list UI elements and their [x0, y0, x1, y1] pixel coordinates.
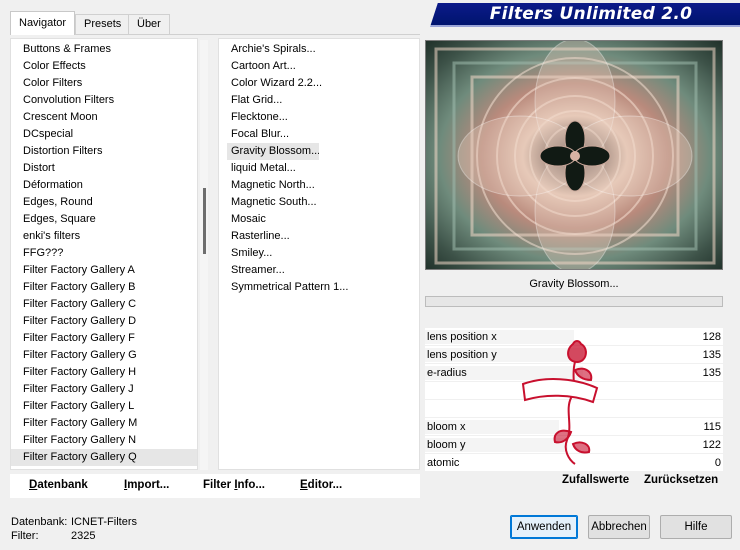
filter-item[interactable]: Rasterline...: [227, 228, 419, 245]
category-item[interactable]: Color Filters: [11, 75, 197, 92]
param-value: 128: [702, 331, 721, 343]
param-label: bloom x: [427, 421, 466, 433]
param-label: lens position y: [427, 349, 497, 361]
category-item[interactable]: Color Effects: [11, 58, 197, 75]
cancel-button[interactable]: Abbrechen: [588, 515, 650, 539]
category-item[interactable]: Filter Factory Gallery A: [11, 262, 197, 279]
category-item[interactable]: Filter Factory Gallery J: [11, 381, 197, 398]
watermark-logo: [521, 340, 599, 465]
filter-count-label: Filter:: [11, 530, 39, 542]
category-scrollbar[interactable]: [200, 40, 208, 470]
filter-item[interactable]: Archie's Spirals...: [227, 41, 419, 58]
filter-item[interactable]: Cartoon Art...: [227, 58, 419, 75]
category-item[interactable]: Filter Factory Gallery L: [11, 398, 197, 415]
import-button[interactable]: Import...: [124, 479, 169, 491]
category-item[interactable]: Edges, Square: [11, 211, 197, 228]
param-label: e-radius: [427, 367, 467, 379]
category-scrollbar-thumb[interactable]: [203, 188, 206, 254]
category-item[interactable]: Filter Factory Gallery B: [11, 279, 197, 296]
filter-item[interactable]: Flat Grid...: [227, 92, 419, 109]
category-item[interactable]: Filter Factory Gallery D: [11, 313, 197, 330]
category-item[interactable]: Déformation: [11, 177, 197, 194]
param-label: lens position x: [427, 331, 497, 343]
filter-item[interactable]: Flecktone...: [227, 109, 419, 126]
filter-item[interactable]: Magnetic South...: [227, 194, 419, 211]
filter-item[interactable]: Color Wizard 2.2...: [227, 75, 419, 92]
database-label: Datenbank:: [11, 516, 68, 528]
editor-button[interactable]: Editor...: [300, 479, 342, 491]
tab-presets[interactable]: Presets: [75, 14, 131, 34]
category-list[interactable]: Buttons & Frames Color Effects Color Filte…: [10, 38, 198, 470]
tab-navigator[interactable]: Navigator: [10, 11, 76, 35]
category-item[interactable]: enki's filters: [11, 228, 197, 245]
filter-item[interactable]: liquid Metal...: [227, 160, 419, 177]
category-item[interactable]: Buttons & Frames: [11, 41, 197, 58]
filter-count-value: 2325: [71, 530, 96, 542]
filter-item[interactable]: Mosaic: [227, 211, 419, 228]
progress-bar: [425, 296, 723, 307]
param-value: 115: [703, 421, 721, 433]
category-item[interactable]: Edges, Round: [11, 194, 197, 211]
category-item[interactable]: DCspecial: [11, 126, 197, 143]
filter-item[interactable]: Focal Blur...: [227, 126, 419, 143]
param-value: 0: [714, 457, 721, 469]
category-item[interactable]: Distort: [11, 160, 197, 177]
param-value: 135: [702, 367, 721, 379]
category-item[interactable]: FFG???: [11, 245, 197, 262]
tab-ueber[interactable]: Über: [128, 14, 170, 34]
app-title: Filters Unlimited 2.0: [489, 4, 693, 24]
filter-item[interactable]: Symmetrical Pattern 1...: [227, 279, 419, 296]
reset-button[interactable]: Zurücksetzen: [644, 474, 718, 486]
category-item[interactable]: Filter Factory Gallery N: [11, 432, 197, 449]
param-label: atomic: [427, 457, 460, 469]
category-item[interactable]: Filter Factory Gallery G: [11, 347, 197, 364]
param-label: bloom y: [427, 439, 466, 451]
param-value: 135: [702, 349, 721, 361]
preview-filter-name: Gravity Blossom...: [529, 278, 619, 290]
filter-preview-image: [425, 40, 723, 270]
database-value: ICNET-Filters: [71, 516, 137, 528]
filter-item[interactable]: Gravity Blossom...: [227, 143, 319, 160]
filter-info-button[interactable]: Filter Info...: [203, 479, 265, 491]
filter-item[interactable]: Streamer...: [227, 262, 419, 279]
category-item[interactable]: Filter Factory Gallery F: [11, 330, 197, 347]
category-item[interactable]: Filter Factory Gallery H: [11, 364, 197, 381]
filter-list[interactable]: Archie's Spirals... Cartoon Art... Color W…: [218, 38, 420, 470]
category-item[interactable]: Convolution Filters: [11, 92, 197, 109]
help-button[interactable]: Hilfe: [660, 515, 732, 539]
datenbank-button[interactable]: Datenbank: [29, 479, 88, 491]
filter-item[interactable]: Smiley...: [227, 245, 419, 262]
category-item[interactable]: Filter Factory Gallery M: [11, 415, 197, 432]
param-value: 122: [702, 439, 721, 451]
category-item[interactable]: Distortion Filters: [11, 143, 197, 160]
category-item[interactable]: Filter Factory Gallery Q: [11, 449, 197, 466]
gravity-blossom-preview: [426, 41, 722, 269]
category-item[interactable]: Filter Factory Gallery C: [11, 296, 197, 313]
category-item[interactable]: Crescent Moon: [11, 109, 197, 126]
apply-button[interactable]: Anwenden: [510, 515, 578, 539]
random-values-button[interactable]: Zufallswerte: [562, 474, 629, 486]
filter-item[interactable]: Magnetic North...: [227, 177, 419, 194]
